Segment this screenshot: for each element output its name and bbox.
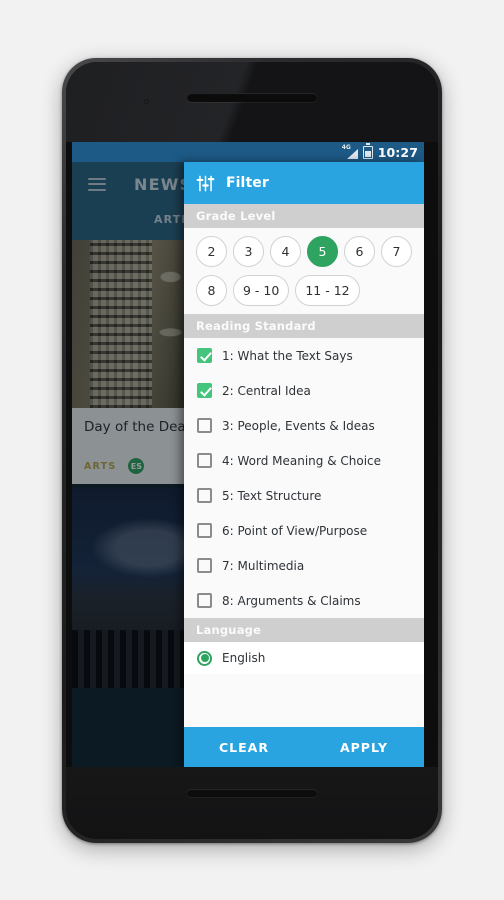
reading-standard-label: 4: Word Meaning & Choice <box>222 453 382 468</box>
phone-bottom-bezel <box>66 767 438 839</box>
bottom-speaker <box>187 789 317 797</box>
filter-panel-title: Filter <box>226 175 269 191</box>
signal-4g-icon: 4G <box>342 144 358 159</box>
checkbox-unchecked-icon[interactable] <box>197 523 212 538</box>
reading-standard-label: 2: Central Idea <box>222 383 311 398</box>
tune-sliders-icon[interactable] <box>196 174 215 193</box>
reading-standard-row[interactable]: 4: Word Meaning & Choice <box>184 443 424 478</box>
reading-standard-row[interactable]: 3: People, Events & Ideas <box>184 408 424 443</box>
grade-chip[interactable]: 2 <box>196 236 227 267</box>
grade-chip[interactable]: 4 <box>270 236 301 267</box>
earpiece-speaker <box>187 93 317 102</box>
reading-standard-label: 6: Point of View/Purpose <box>222 523 368 538</box>
phone-top-bezel <box>66 62 438 142</box>
reading-standard-label: 7: Multimedia <box>222 558 305 573</box>
section-header-reading-standard: Reading Standard <box>184 314 424 338</box>
apply-button[interactable]: APPLY <box>304 740 424 755</box>
checkbox-unchecked-icon[interactable] <box>197 418 212 433</box>
reading-standard-row[interactable]: 6: Point of View/Purpose <box>184 513 424 548</box>
language-label: English <box>222 651 266 665</box>
reading-standard-row[interactable]: 2: Central Idea <box>184 373 424 408</box>
reading-standard-label: 3: People, Events & Ideas <box>222 418 375 433</box>
grade-chip[interactable]: 8 <box>196 275 227 306</box>
status-bar: 4G 10:27 <box>72 142 424 162</box>
reading-standard-list: 1: What the Text Says 2: Central Idea 3:… <box>184 338 424 618</box>
grade-chip[interactable]: 3 <box>233 236 264 267</box>
battery-icon <box>362 143 373 159</box>
reading-standard-label: 8: Arguments & Claims <box>222 593 361 608</box>
checkbox-unchecked-icon[interactable] <box>197 593 212 608</box>
reading-standard-row[interactable]: 5: Text Structure <box>184 478 424 513</box>
grade-chip[interactable]: 6 <box>344 236 375 267</box>
reading-standard-label: 1: What the Text Says <box>222 348 353 363</box>
checkbox-unchecked-icon[interactable] <box>197 453 212 468</box>
checkbox-unchecked-icon[interactable] <box>197 488 212 503</box>
section-header-language: Language <box>184 618 424 642</box>
filter-panel-header: Filter <box>184 162 424 204</box>
reading-standard-row[interactable]: 7: Multimedia <box>184 548 424 583</box>
grade-level-chip-group: 2 3 4 5 6 7 8 9 - 10 11 - 12 <box>184 228 424 314</box>
signal-bars <box>346 148 358 159</box>
grade-chip[interactable]: 11 - 12 <box>295 275 360 306</box>
phone-screen: 4G 10:27 NEWSELA ARTICLES <box>72 142 424 767</box>
grade-chip-selected[interactable]: 5 <box>307 236 338 267</box>
phone-device-frame: 4G 10:27 NEWSELA ARTICLES <box>62 58 442 843</box>
checkbox-checked-icon[interactable] <box>197 348 212 363</box>
language-row-english[interactable]: English <box>184 642 424 674</box>
checkbox-checked-icon[interactable] <box>197 383 212 398</box>
front-camera-icon <box>144 99 149 104</box>
grade-chip[interactable]: 9 - 10 <box>233 275 290 306</box>
filter-panel-footer: CLEAR APPLY <box>184 727 424 767</box>
reading-standard-label: 5: Text Structure <box>222 488 322 503</box>
clear-button[interactable]: CLEAR <box>184 740 304 755</box>
filter-panel-body: Grade Level 2 3 4 5 6 7 8 9 - 10 11 - 12… <box>184 204 424 727</box>
status-bar-icons: 4G 10:27 <box>342 143 418 160</box>
grade-chip[interactable]: 7 <box>381 236 412 267</box>
radio-selected-icon[interactable] <box>197 650 212 666</box>
section-header-grade-level: Grade Level <box>184 204 424 228</box>
phone-screen-bezel: 4G 10:27 NEWSELA ARTICLES <box>66 62 438 839</box>
status-bar-clock: 10:27 <box>377 144 418 160</box>
reading-standard-row[interactable]: 1: What the Text Says <box>184 338 424 373</box>
checkbox-unchecked-icon[interactable] <box>197 558 212 573</box>
reading-standard-row[interactable]: 8: Arguments & Claims <box>184 583 424 618</box>
filter-panel: Filter Grade Level 2 3 4 5 6 7 8 9 - 10 … <box>184 162 424 767</box>
